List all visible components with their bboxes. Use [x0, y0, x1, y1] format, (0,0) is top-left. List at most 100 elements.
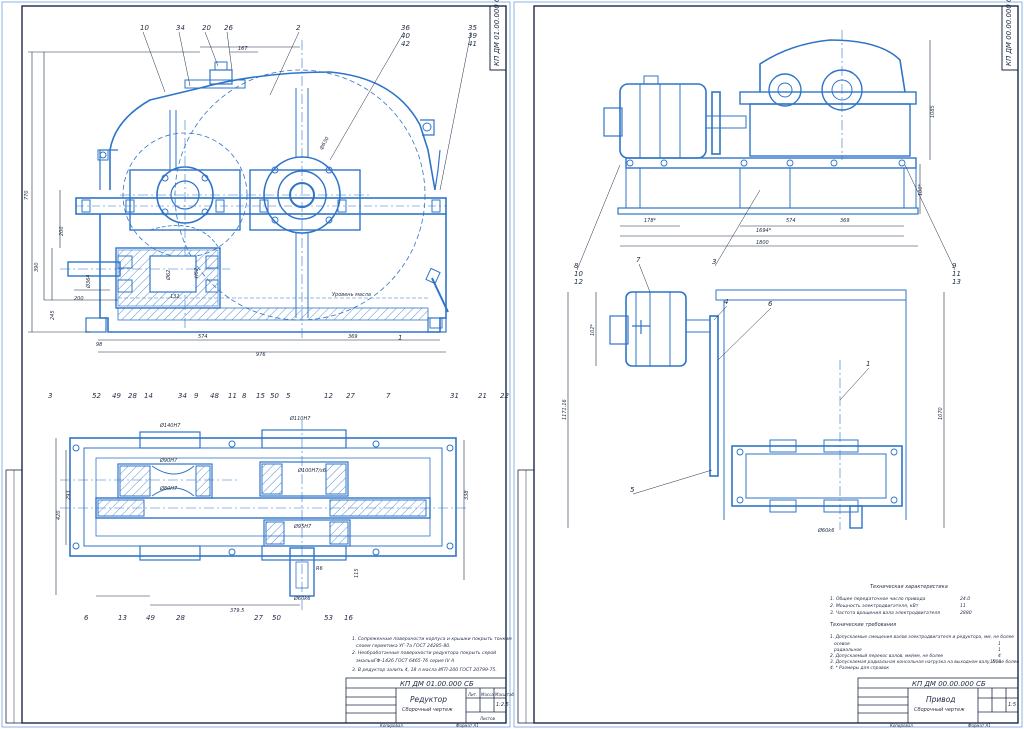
sheet-2-title-code: КП ДМ 00.00.000 СБ	[912, 680, 986, 688]
sheet-2-code-vertical: КП ДМ 00.00.000 СБ	[1005, 0, 1013, 66]
dim-s1-13: H52	[194, 268, 200, 278]
callout-mid-50-11: 50	[270, 392, 279, 400]
callout-top-35-8-leader	[439, 31, 472, 191]
sheet-1-scale-label: Масштаб	[495, 692, 515, 697]
dim-s1-22: Ø100Н7/s6	[297, 467, 326, 474]
tech-value-3: 2880	[960, 610, 972, 616]
req-value-2: 4	[998, 653, 1001, 659]
dim-s2-5: 100*	[918, 183, 924, 196]
dim-s1-9: 200	[74, 296, 84, 302]
dim-s1-17: 293	[66, 490, 72, 500]
tech-heading: Техническая характеристика	[870, 584, 948, 590]
callout-s2-8-0-leader	[576, 164, 621, 271]
callout-bot-13-1: 13	[118, 614, 127, 622]
callout-mid-3-0: 3	[48, 392, 52, 400]
callout-s2-4-8-leader	[713, 305, 728, 321]
dim-s1-7: 369	[348, 334, 358, 340]
sheet-1-sheets-label: Листов	[479, 716, 496, 721]
tech-value-1: 24.0	[960, 596, 970, 602]
req-item-4: 4. * Размеры для справок	[830, 665, 889, 671]
callout-mid-52-1: 52	[92, 392, 101, 400]
callouts-layer: 10 34 20 26 2 3640423539413 52 49 28 14 34 9 48 11 8 15…	[24, 24, 961, 622]
dim-s1-6: 574	[198, 334, 208, 340]
dim-s2-4: 1800	[756, 240, 769, 246]
dim-s1-8: 976	[256, 352, 266, 358]
callout-top-41-10: 41	[468, 40, 477, 48]
dim-s2-7: 102*	[590, 323, 596, 336]
callout-s2-8-0: 8	[574, 262, 579, 270]
dim-s1-18: 338	[464, 490, 470, 500]
dim-s2-10: Ø60k6	[817, 527, 834, 534]
sheet-1-code-vertical: КП ДМ 01.00.000 СБ	[493, 0, 501, 66]
callout-mid-11-8: 11	[228, 392, 237, 400]
drive-plan-dimensions	[567, 292, 945, 528]
sheet-1-frame	[21, 5, 507, 724]
drive-plan-view	[609, 289, 907, 530]
dim-s2-9: 1070	[938, 407, 944, 420]
callout-s2-10-1: 10	[574, 270, 583, 278]
sheet-1-note-2b: эмалью	[356, 659, 374, 664]
dim-s1-19: Ø140Н7	[159, 422, 181, 429]
dim-s2-2: 369	[840, 218, 850, 224]
dim-s1-20: Ø90Н7	[159, 457, 178, 464]
dim-s2-8: 1171.16	[562, 399, 568, 420]
callout-mid-28-3: 28	[128, 392, 137, 400]
callout-bot-50-5: 50	[272, 614, 281, 622]
callout-mid-49-2: 49	[112, 392, 121, 400]
tech-value-2: 11	[960, 603, 966, 609]
req-item-1b: радиальное	[833, 648, 862, 653]
callout-top-10-0-leader	[142, 31, 166, 93]
dim-s1-27: 115	[354, 568, 360, 578]
reducer-plan-view	[60, 420, 466, 610]
callout-top-35-8: 35	[468, 24, 477, 32]
callout-s2-4-8: 4	[724, 298, 728, 306]
callout-s2-13-6: 13	[952, 278, 961, 286]
callout-bot-6-0: 6	[84, 614, 89, 622]
callout-mid-7-15: 7	[386, 392, 391, 400]
dim-s1-3: 390	[34, 262, 40, 272]
dim-s1-26: 379.5	[230, 608, 244, 614]
callout-s2-9-4: 9	[952, 262, 957, 270]
drawing-svg: КП ДМ 01.00.000 СБ КП ДМ 01.00.000 СБ Ре…	[1, 0, 1023, 728]
req-value-1b: 1	[998, 647, 1001, 653]
callout-mid-31-17: 31	[450, 392, 459, 400]
callout-mid-12-13: 12	[324, 392, 333, 400]
callout-bot-27-4: 27	[254, 614, 263, 622]
callout-s2-5-11-leader	[632, 469, 713, 495]
req-item-1a: осевое	[834, 642, 850, 647]
sheet-1-note-1: 1. Сопряженные поверхности корпуса и кры…	[352, 636, 512, 642]
sheet-2-title-name: Привод	[926, 695, 955, 704]
dim-s1-14: ф630	[319, 136, 331, 151]
dim-s1-25: Ø60k6	[293, 595, 310, 602]
sheet-1-lit-label: Лит.	[467, 692, 477, 697]
callout-s2-7-7: 7	[636, 256, 641, 264]
callout-mid-14-4: 14	[144, 392, 153, 400]
drive-front-dimensions	[620, 40, 931, 247]
callout-s2-5-11: 5	[630, 486, 635, 494]
dim-s1-12: 132	[170, 294, 180, 300]
dim-s1-0: 167	[238, 46, 248, 52]
callout-mid-27-14: 27	[346, 392, 355, 400]
drive-front-view	[603, 30, 919, 215]
callout-top-34-1-leader	[178, 31, 191, 87]
sheet-2-title-sub: Сборочный чертеж	[914, 707, 965, 713]
sheet-1-mass-label: Масса	[481, 692, 494, 697]
callout-top-40-6: 40	[401, 32, 410, 40]
callout-bot-53-6: 53	[324, 614, 333, 622]
dim-s2-1: 574	[786, 218, 796, 224]
tech-item-1: 1. Общее передаточное число привода	[830, 596, 926, 602]
callout-s2-1-10: 1	[866, 360, 870, 368]
sheet-2-text: КП ДМ 00.00.000 СБ КП ДМ 00.00.000 СБ Пр…	[830, 0, 1019, 728]
callout-mid-9-6: 9	[194, 392, 199, 400]
sheet-1-title-name: Редуктор	[410, 695, 447, 704]
sheet-1-copied: Копировал	[380, 723, 403, 728]
callout-top-39-9: 39	[468, 32, 477, 40]
callout-top-26-3: 26	[224, 24, 233, 32]
req-heading: Технические требования	[830, 622, 896, 628]
sheet-1-text: КП ДМ 01.00.000 СБ КП ДМ 01.00.000 СБ Ре…	[352, 0, 515, 728]
req-item-1: 1. Допускаемые смещения валов электродви…	[830, 634, 1014, 640]
tech-item-2: 2. Мощность электродвигателя, кВт	[830, 603, 919, 609]
sheet-1-title-sub: Сборочный чертеж	[402, 707, 453, 713]
sheet-2	[513, 1, 1023, 728]
callout-mid-48-7: 48	[210, 392, 219, 400]
